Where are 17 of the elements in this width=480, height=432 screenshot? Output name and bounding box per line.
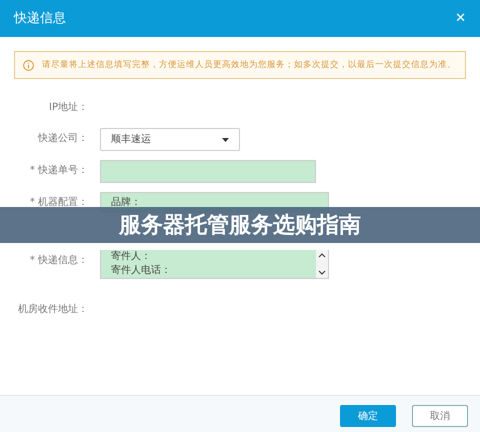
scrollbar[interactable]: [316, 250, 328, 278]
field-label: * 快递单号：: [28, 164, 89, 178]
select-field[interactable]: 顺丰速运: [100, 128, 240, 151]
field-label: * 快递信息：: [28, 254, 89, 268]
input-field[interactable]: [100, 160, 316, 183]
field-label: * 机器配置：: [28, 196, 89, 210]
select-value: 顺丰速运: [111, 132, 151, 147]
dialog-title: 快递信息: [14, 10, 66, 28]
textarea-field[interactable]: 寄件人： 寄件人电话：: [100, 250, 329, 279]
cancel-button[interactable]: 取消: [412, 405, 468, 427]
caret-icon: [222, 138, 229, 142]
field-label: 机房收件地址：: [17, 302, 89, 317]
title-banner-overlay: 服务器托管服务选购指南: [0, 207, 480, 243]
field-label: 快递公司：: [36, 132, 89, 146]
info-icon: [23, 60, 34, 70]
field-label: IP地址：: [48, 100, 89, 115]
alert-text: 请尽量将上述信息填写完整，方便运维人员更高效地为您服务；如多次提交，以最后一次提交信息为准。: [42, 58, 456, 72]
